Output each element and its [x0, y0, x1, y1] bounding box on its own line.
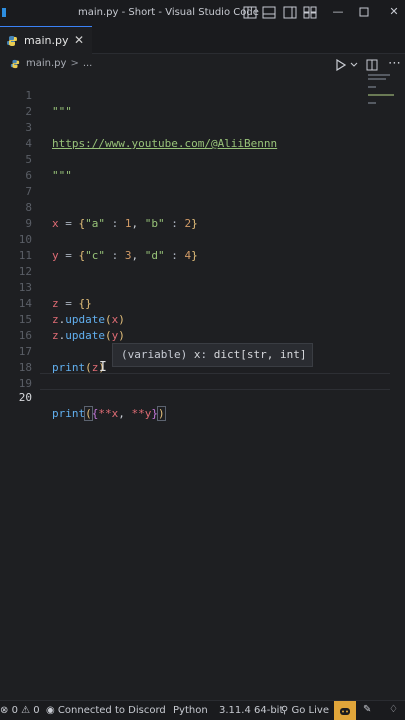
warning-count: 0	[33, 705, 40, 716]
token-brace: }	[151, 407, 158, 420]
layout-panel-icon[interactable]	[243, 6, 257, 19]
code-line[interactable]: 14 z.update(x)	[0, 280, 405, 326]
feedback-icon[interactable]: ✎	[363, 704, 371, 715]
code-line[interactable]: 10 y = {"c" : 3, "d" : 4}	[0, 216, 405, 262]
python-file-icon	[10, 59, 20, 68]
maximize-icon[interactable]	[357, 5, 371, 19]
code-line[interactable]: 15 z.update(y)	[0, 296, 405, 342]
hover-type: dict[str, int]	[213, 348, 307, 361]
hover-prefix: (variable)	[121, 348, 194, 361]
copilot-glyph-icon	[340, 708, 350, 715]
code-line[interactable]: 4	[0, 120, 405, 150]
breadcrumb-symbols[interactable]: ...	[83, 58, 93, 69]
tab-main-py[interactable]: main.py ✕	[0, 26, 92, 54]
code-line[interactable]: 11	[0, 232, 405, 262]
hover-colon: :	[200, 348, 214, 361]
code-line-active[interactable]: 20 print({**x, **y})	[0, 374, 405, 421]
error-icon: ⊗	[0, 705, 9, 716]
token-unpack: **y	[131, 407, 152, 420]
breadcrumb-separator: >	[70, 58, 79, 69]
discord-label: Connected to Discord	[57, 705, 166, 716]
breadcrumb: main.py > ...	[0, 55, 405, 72]
window-title: main.py - Short - Visual Studio Code	[78, 7, 259, 18]
notifications-bell-icon[interactable]: ♢	[389, 704, 398, 715]
code-editor[interactable]: 1 """ 2 3 https://www.youtube.com/@AliiB…	[0, 72, 405, 700]
line-number-active: 20	[18, 391, 32, 404]
code-line[interactable]: 3 https://www.youtube.com/@AliiBennn	[0, 104, 405, 150]
code-line[interactable]: 1 """	[0, 72, 405, 118]
close-window-icon[interactable]: ✕	[385, 4, 403, 20]
layout-sidebar-right-icon[interactable]	[283, 6, 297, 19]
code-line[interactable]: 12	[0, 248, 405, 278]
token-unpack: **x	[98, 407, 119, 420]
language-mode[interactable]: Python	[173, 705, 208, 716]
python-file-icon	[7, 35, 17, 46]
status-bar: ⊗ 0 ⚠ 0 ◉ Connected to Discord Python 3.…	[0, 700, 405, 720]
token-paren: )	[157, 406, 166, 421]
error-count: 0	[11, 705, 18, 716]
token-sep: ,	[118, 407, 132, 420]
tab-bar: main.py ✕ ⋯	[0, 26, 405, 71]
breadcrumb-file[interactable]: main.py	[26, 58, 66, 69]
code-line[interactable]: 16	[0, 312, 405, 342]
close-icon[interactable]: ✕	[74, 33, 84, 47]
layout-bottom-panel-icon[interactable]	[262, 6, 276, 19]
minimize-icon[interactable]: —	[329, 4, 347, 20]
discord-icon: ◉	[46, 705, 55, 716]
code-line[interactable]: 13 z = {}	[0, 264, 405, 310]
token-fn: print	[52, 407, 86, 420]
code-line[interactable]: 7	[0, 168, 405, 198]
problems-indicator[interactable]: ⊗ 0 ⚠ 0	[0, 705, 40, 716]
customize-layout-icon[interactable]	[303, 6, 317, 19]
go-live-label: Go Live	[291, 705, 329, 716]
minimap[interactable]	[368, 72, 398, 192]
tab-label: main.py	[24, 34, 69, 47]
code-line[interactable]: 5 """	[0, 136, 405, 182]
discord-status[interactable]: ◉ Connected to Discord	[46, 705, 166, 716]
title-bar: main.py - Short - Visual Studio Code — ✕	[0, 0, 405, 26]
broadcast-icon: ⚲	[281, 705, 289, 716]
code-line[interactable]: 17 print(z)	[0, 328, 405, 374]
text-cursor-icon: I	[99, 360, 107, 375]
vscode-logo-icon	[2, 8, 6, 17]
copilot-icon[interactable]	[334, 701, 356, 720]
go-live-button[interactable]: ⚲ Go Live	[281, 705, 329, 716]
warning-icon: ⚠	[21, 705, 31, 716]
python-interpreter[interactable]: 3.11.4 64-bit	[219, 705, 283, 716]
code-line[interactable]: 6	[0, 152, 405, 182]
code-line[interactable]: 2	[0, 88, 405, 118]
hover-tooltip: (variable) x: dict[str, int]	[112, 343, 313, 367]
token-paren: (	[84, 406, 93, 421]
code-line[interactable]: 9	[0, 200, 405, 230]
code-line[interactable]: 8 x = {"a" : 1, "b" : 2}	[0, 184, 405, 230]
